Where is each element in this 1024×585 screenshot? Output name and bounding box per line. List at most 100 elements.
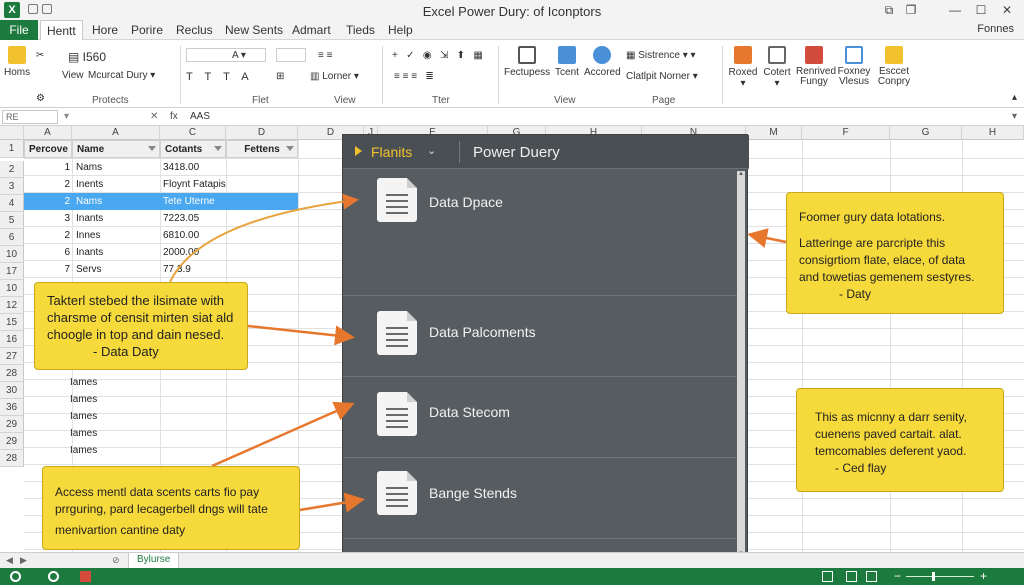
row-header[interactable]: 10 xyxy=(0,280,24,297)
table-cell[interactable]: Iames xyxy=(70,377,97,388)
row-header[interactable]: 28 xyxy=(0,365,24,382)
row-header[interactable]: 2 xyxy=(0,161,24,178)
column-header[interactable]: C xyxy=(160,126,226,140)
renrived-button[interactable]: Renrived Fungy xyxy=(796,46,836,87)
record-icon[interactable] xyxy=(48,571,59,582)
roxed-button[interactable]: Roxed ▾ xyxy=(728,46,758,89)
column-header[interactable]: G xyxy=(890,126,962,140)
table-cell[interactable]: 3418.00 xyxy=(163,162,199,173)
row-header[interactable]: 16 xyxy=(0,331,24,348)
pane-scrollbar[interactable]: ▲ ▼ xyxy=(737,171,745,557)
formula-cancel-icon[interactable]: ✕ xyxy=(150,111,158,122)
row-header[interactable]: 29 xyxy=(0,416,24,433)
macro-icon[interactable] xyxy=(80,571,91,582)
table-cell[interactable]: 3 xyxy=(24,213,70,224)
zoom-in-icon[interactable]: + xyxy=(980,569,987,583)
table-cell[interactable]: Inants xyxy=(76,213,103,224)
row-header[interactable]: 12 xyxy=(0,297,24,314)
table-cell[interactable]: Nams xyxy=(76,162,102,173)
row-header[interactable]: 30 xyxy=(0,382,24,399)
fx-icon[interactable]: fx xyxy=(170,111,178,122)
normal-view-icon[interactable] xyxy=(822,571,833,582)
pane-item-bange-stends[interactable]: Bange Stends xyxy=(343,459,737,539)
row-header[interactable]: 36 xyxy=(0,399,24,416)
column-header[interactable]: A xyxy=(72,126,160,140)
page-layout-icon[interactable] xyxy=(846,571,857,582)
align-left-icons[interactable]: ≡ ≡ ≡ ≣ xyxy=(394,71,434,82)
header-cell[interactable]: Fettens xyxy=(226,140,298,158)
table-cell[interactable]: Tete Uterne xyxy=(163,196,215,207)
header-cell[interactable]: Name xyxy=(72,140,160,158)
table-cell[interactable]: 2 xyxy=(24,230,70,241)
row-header[interactable]: 15 xyxy=(0,314,24,331)
mcurcat-dropdown[interactable]: Mcurcat Dury ▾ xyxy=(88,70,155,81)
esccet-button[interactable]: Esccet Conpry xyxy=(876,46,912,87)
restore-icon[interactable]: ❐ xyxy=(900,2,922,18)
table-cell[interactable]: Floynt Fatapis xyxy=(163,179,226,190)
homs-button[interactable]: Homs xyxy=(4,46,30,78)
align-icons[interactable]: ≡ ≡ xyxy=(318,50,332,61)
namebox-dropdown-icon[interactable]: ▾ xyxy=(64,111,69,122)
pane-menu-dropdown[interactable]: Flanits xyxy=(371,144,412,160)
table-cell[interactable]: 2 xyxy=(24,196,70,207)
table-cell[interactable]: Iames xyxy=(70,445,97,456)
row-header[interactable]: 1 xyxy=(0,140,24,158)
sheet-tab-bylurse[interactable]: Bylurse xyxy=(128,553,180,569)
table-cell[interactable]: 6810.00 xyxy=(163,230,199,241)
tab-home[interactable]: Hentt xyxy=(40,20,83,41)
maximize-icon[interactable]: ☐ xyxy=(970,2,992,18)
tab-porire[interactable]: Porire xyxy=(131,23,163,37)
formula-input[interactable]: AAS xyxy=(190,110,250,124)
format-icon[interactable]: ⚙ xyxy=(36,93,45,104)
filter-dropdown-icon[interactable] xyxy=(214,146,222,151)
pane-item-data-dpace[interactable]: Data Dpace xyxy=(343,170,737,296)
table-cell[interactable]: 7 xyxy=(24,264,70,275)
row-header[interactable]: 27 xyxy=(0,348,24,365)
row-header[interactable]: 29 xyxy=(0,433,24,450)
table-cell[interactable]: 1 xyxy=(24,162,70,173)
font-name-box[interactable] xyxy=(186,48,266,62)
tab-file[interactable]: File xyxy=(0,20,38,40)
tab-tieds[interactable]: Tieds xyxy=(346,23,375,37)
collapse-ribbon-icon[interactable]: ▴ xyxy=(1012,92,1017,103)
table-cell[interactable]: Iames xyxy=(70,411,97,422)
pane-item-data-stecom[interactable]: Data Stecom xyxy=(343,378,737,458)
sheet-nav-prev-icon[interactable]: ◀ xyxy=(6,555,13,566)
accored-button[interactable]: Accored xyxy=(584,46,621,78)
zoom-slider-thumb[interactable] xyxy=(932,572,935,581)
sheet-nav-next-icon[interactable]: ▶ xyxy=(20,555,27,566)
tab-admart[interactable]: Admart xyxy=(292,23,331,37)
tab-help[interactable]: Help xyxy=(388,23,413,37)
header-cell[interactable]: Cotants xyxy=(160,140,226,158)
table-cell[interactable]: Nams xyxy=(76,196,102,207)
table-cell[interactable]: 6 xyxy=(24,247,70,258)
row-header[interactable]: 10 xyxy=(0,246,24,263)
cut-icon[interactable]: ✂ xyxy=(36,50,44,61)
row-header[interactable]: 3 xyxy=(0,178,24,195)
table-cell[interactable]: Inents xyxy=(76,179,103,190)
column-header[interactable]: M xyxy=(746,126,802,140)
view-button[interactable]: View xyxy=(62,70,84,81)
name-box[interactable]: RE xyxy=(2,110,58,124)
sistrence-dropdown[interactable]: ▦ Sistrence ▾ ▾ xyxy=(626,50,696,61)
zoom-out-icon[interactable]: − xyxy=(894,569,901,583)
table-cell[interactable]: Servs xyxy=(76,264,102,275)
table-cell[interactable]: 2 xyxy=(24,179,70,190)
table-cell[interactable]: 7223.05 xyxy=(163,213,199,224)
table-cell[interactable]: Iames xyxy=(70,428,97,439)
close-icon[interactable]: ✕ xyxy=(996,2,1018,18)
filter-dropdown-icon[interactable] xyxy=(286,146,294,151)
bold-italic-buttons[interactable]: T T T A xyxy=(186,71,249,83)
row-header[interactable]: 4 xyxy=(0,195,24,212)
foxney-button[interactable]: Foxney Vlesus xyxy=(836,46,872,87)
expand-formula-icon[interactable]: ▾ xyxy=(1012,111,1017,122)
header-cell[interactable]: Percove xyxy=(24,140,72,158)
column-header[interactable]: A xyxy=(24,126,72,140)
font-size-box[interactable]: A ▾ xyxy=(232,50,246,61)
clatlpit-dropdown[interactable]: Clatlpit Norner ▾ xyxy=(626,71,698,82)
table-cell[interactable]: 77.3.9 xyxy=(163,264,191,275)
ribbon-display-icon[interactable]: ⧉ xyxy=(878,2,900,18)
row-header[interactable]: 28 xyxy=(0,450,24,467)
lorner-dropdown[interactable]: ▥ Lorner ▾ xyxy=(310,71,359,82)
filter-dropdown-icon[interactable] xyxy=(148,146,156,151)
